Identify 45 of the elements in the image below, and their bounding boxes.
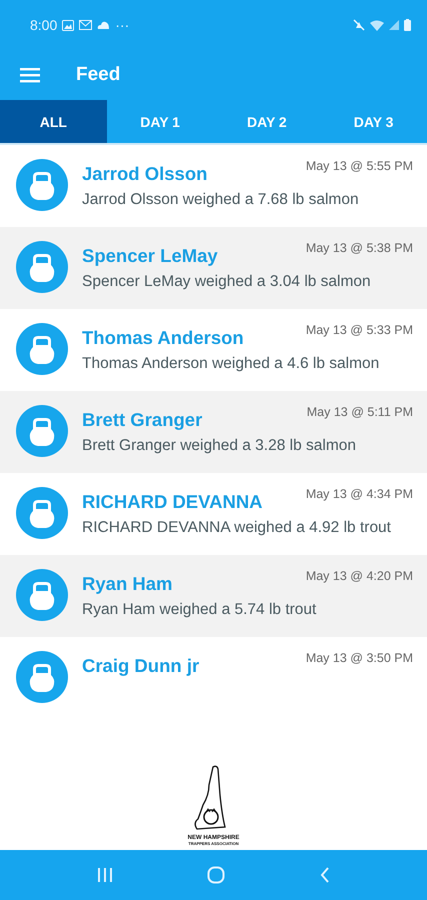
kettlebell-icon (16, 651, 68, 703)
catch-description: Ryan Ham weighed a 5.74 lb trout (82, 600, 318, 620)
catch-time: May 13 @ 5:11 PM (306, 405, 413, 419)
kettlebell-icon (16, 159, 68, 211)
catch-description: Jarrod Olsson weighed a 7.68 lb salmon (82, 190, 360, 210)
catch-time: May 13 @ 3:50 PM (306, 651, 413, 665)
feed-item[interactable]: Ryan Ham May 13 @ 4:20 PM Ryan Ham weighed a 5.74 lb trout (0, 555, 427, 637)
home-icon[interactable] (207, 866, 226, 884)
menu-icon[interactable] (20, 67, 40, 83)
angler-name: Spencer LeMay (82, 245, 218, 267)
page-title: Feed (76, 64, 120, 86)
angler-name: Brett Granger (82, 409, 202, 431)
catch-description: Thomas Anderson weighed a 4.6 lb salmon (82, 354, 380, 374)
mail-icon (79, 20, 92, 30)
catch-time: May 13 @ 5:38 PM (306, 241, 413, 255)
kettlebell-icon (16, 569, 68, 621)
angler-name: Craig Dunn jr (82, 655, 200, 677)
catch-time: May 13 @ 4:34 PM (306, 487, 413, 501)
catch-time: May 13 @ 5:55 PM (306, 159, 413, 173)
cloud-icon (97, 21, 110, 29)
battery-icon (404, 19, 411, 31)
angler-name: RICHARD DEVANNA (82, 491, 263, 513)
kettlebell-icon (16, 323, 68, 375)
gallery-icon (62, 20, 74, 30)
kettlebell-icon (16, 405, 68, 457)
angler-name: Ryan Ham (82, 573, 172, 595)
feed-item[interactable]: Spencer LeMay May 13 @ 5:38 PM Spencer LeMay weighed a 3.04 lb salmon (0, 227, 427, 309)
recent-apps-icon[interactable] (97, 867, 114, 883)
kettlebell-icon (16, 241, 68, 293)
catch-description: Brett Granger weighed a 3.28 lb salmon (82, 436, 357, 456)
feed-item[interactable]: Brett Granger May 13 @ 5:11 PM Brett Granger weighed a 3.28 lb salmon (0, 391, 427, 473)
status-time: 8:00 (30, 17, 58, 33)
back-icon[interactable] (320, 867, 330, 883)
angler-name: Thomas Anderson (82, 327, 244, 349)
day-tab[interactable]: ALL (0, 100, 107, 143)
catch-time: May 13 @ 4:20 PM (306, 569, 413, 583)
angler-name: Jarrod Olsson (82, 163, 208, 185)
catch-description: RICHARD DEVANNA weighed a 4.92 lb trout (82, 518, 392, 538)
kettlebell-icon (16, 487, 68, 539)
mute-icon (353, 19, 365, 31)
signal-icon (389, 20, 399, 30)
wifi-icon (370, 20, 384, 30)
more-notifications: ··· (115, 17, 130, 33)
catch-time: May 13 @ 5:33 PM (306, 323, 413, 337)
catch-description: Spencer LeMay weighed a 3.04 lb salmon (82, 272, 372, 292)
